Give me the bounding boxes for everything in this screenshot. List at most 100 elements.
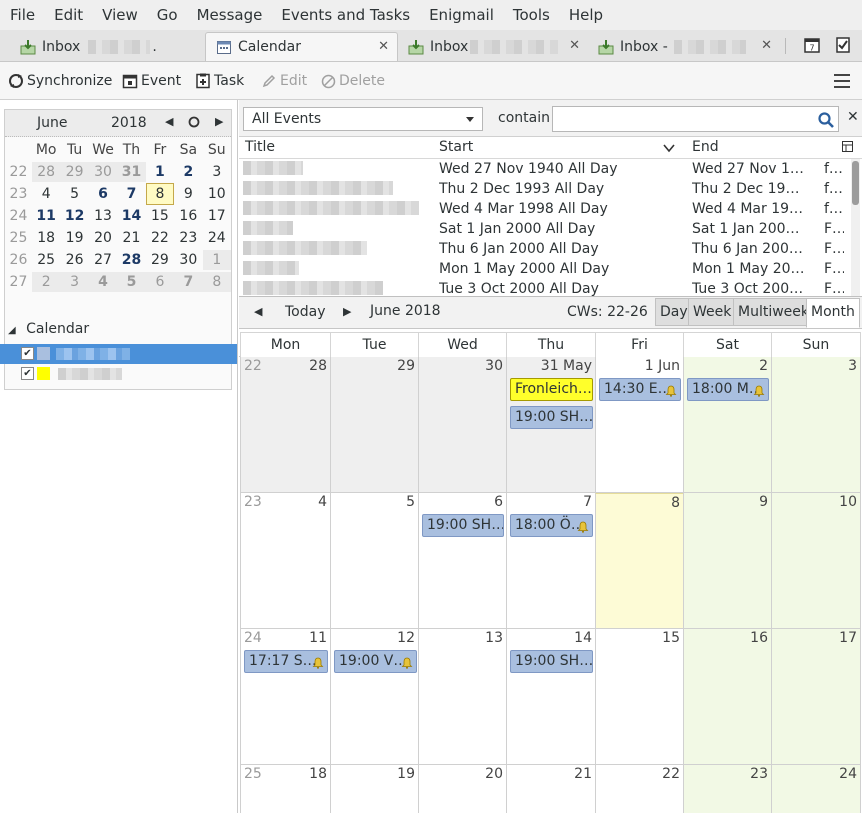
mini-day[interactable]: 11 xyxy=(32,206,60,226)
mini-day[interactable]: 22 xyxy=(146,228,174,248)
new-event-button[interactable]: Event xyxy=(122,70,181,92)
next-month-icon[interactable]: ▶ xyxy=(215,115,223,128)
mini-day[interactable]: 6 xyxy=(89,184,117,204)
month-day-cell[interactable]: 24 11 17:17 S… xyxy=(240,629,330,765)
month-day-cell[interactable]: 20 xyxy=(418,765,506,813)
event-item[interactable]: 17:17 S… xyxy=(244,650,328,673)
mini-day[interactable]: 26 xyxy=(60,250,88,270)
event-row[interactable]: Wed 4 Mar 1998 All Day Wed 4 Mar 19… f… xyxy=(239,200,849,220)
month-day-cell[interactable]: 23 xyxy=(683,765,771,813)
new-task-button[interactable]: Task xyxy=(195,70,244,92)
event-row[interactable]: Mon 1 May 2000 All Day Mon 1 May 20… F… xyxy=(239,260,849,280)
mini-day[interactable]: 4 xyxy=(88,272,118,292)
mini-day[interactable]: 4 xyxy=(32,184,60,204)
mini-day[interactable]: 9 xyxy=(174,184,202,204)
mini-day[interactable]: 25 xyxy=(32,250,60,270)
view-tab-week[interactable]: Week xyxy=(688,298,737,326)
month-day-cell[interactable]: 15 xyxy=(595,629,683,765)
event-search-input[interactable] xyxy=(552,106,839,132)
month-day-cell[interactable]: 29 xyxy=(330,357,418,493)
month-day-cell[interactable]: 31 May Fronleich… 19:00 SH… xyxy=(506,357,595,493)
close-icon[interactable]: ✕ xyxy=(378,39,389,54)
tab-inbox-3[interactable]: Inbox - ✕ xyxy=(594,32,780,61)
event-item[interactable]: 18:00 Ö… xyxy=(510,514,593,537)
close-icon[interactable]: ✕ xyxy=(761,38,772,53)
mini-day[interactable]: 14 xyxy=(117,206,145,226)
event-row[interactable]: Sat 1 Jan 2000 All Day Sat 1 Jan 200… F… xyxy=(239,220,849,240)
event-row[interactable]: Tue 3 Oct 2000 All Day Tue 3 Oct 200… F… xyxy=(239,280,849,296)
today-button[interactable]: Today xyxy=(285,304,326,320)
calendar-tab-icon[interactable]: 7 xyxy=(803,36,821,54)
delete-button[interactable]: Delete xyxy=(320,70,385,92)
mini-calendar-year[interactable]: 2018 xyxy=(111,115,147,131)
mini-day[interactable]: 7 xyxy=(117,184,145,204)
mini-day[interactable]: 16 xyxy=(174,206,202,226)
today-circle-icon[interactable] xyxy=(188,113,200,132)
month-day-cell[interactable]: 22 xyxy=(595,765,683,813)
mini-day[interactable]: 30 xyxy=(88,162,118,182)
mini-day[interactable]: 2 xyxy=(174,162,202,182)
mini-day[interactable]: 1 xyxy=(202,250,231,270)
month-day-cell[interactable]: 21 xyxy=(506,765,595,813)
month-day-cell[interactable]: 30 xyxy=(418,357,506,493)
previous-month-icon[interactable]: ◀ xyxy=(165,115,173,128)
view-tab-month[interactable]: Month xyxy=(806,298,860,328)
event-item[interactable]: 19:00 SH… xyxy=(422,514,504,537)
mini-day[interactable]: 10 xyxy=(203,184,231,204)
menu-help[interactable]: Help xyxy=(559,0,612,30)
mini-day[interactable]: 29 xyxy=(146,250,174,270)
month-day-cell[interactable]: 12 19:00 V… xyxy=(330,629,418,765)
sort-chevron-icon[interactable] xyxy=(663,141,675,157)
mini-day[interactable]: 1 xyxy=(146,162,174,182)
mini-calendar-month[interactable]: June xyxy=(37,115,68,131)
previous-period-icon[interactable]: ◀ xyxy=(254,305,262,318)
month-day-cell[interactable]: 19 xyxy=(330,765,418,813)
event-item[interactable]: 19:00 V… xyxy=(334,650,417,673)
column-end[interactable]: End xyxy=(692,139,719,155)
month-day-cell[interactable]: 17 xyxy=(771,629,861,765)
tab-calendar[interactable]: Calendar ✕ xyxy=(205,32,398,61)
month-day-cell[interactable]: 10 xyxy=(771,493,861,629)
event-item[interactable]: 19:00 SH… xyxy=(510,406,593,429)
tab-inbox-2[interactable]: Inbox ✕ xyxy=(404,32,588,61)
event-item[interactable]: 18:00 M… xyxy=(687,378,769,401)
month-day-cell[interactable]: 22 28 xyxy=(240,357,330,493)
month-day-cell-today[interactable]: 8 xyxy=(595,493,683,629)
view-tab-multiweek[interactable]: Multiweek xyxy=(733,298,815,326)
mini-day[interactable]: 30 xyxy=(174,250,202,270)
mini-day[interactable]: 17 xyxy=(203,206,231,226)
mini-day[interactable]: 29 xyxy=(60,162,89,182)
mini-day[interactable]: 2 xyxy=(31,272,61,292)
mini-day[interactable]: 5 xyxy=(60,184,88,204)
view-tab-day[interactable]: Day xyxy=(655,298,693,326)
mini-day[interactable]: 5 xyxy=(117,272,146,292)
month-day-cell[interactable]: 9 xyxy=(683,493,771,629)
event-fronleichnam[interactable]: Fronleich… xyxy=(510,378,593,401)
mini-day[interactable]: 3 xyxy=(203,162,231,182)
event-row[interactable]: Thu 6 Jan 2000 All Day Thu 6 Jan 200… F… xyxy=(239,240,849,260)
event-row[interactable]: Wed 27 Nov 1940 All Day Wed 27 Nov 1… f… xyxy=(239,160,849,180)
mini-day[interactable]: 18 xyxy=(32,228,60,248)
mini-day[interactable]: 31 xyxy=(117,162,146,182)
menu-view[interactable]: View xyxy=(92,0,147,30)
mini-day[interactable]: 24 xyxy=(203,228,231,248)
mini-day[interactable]: 8 xyxy=(202,272,231,292)
month-day-cell[interactable]: 25 18 xyxy=(240,765,330,813)
mini-day[interactable]: 28 xyxy=(117,250,145,270)
mini-day[interactable]: 27 xyxy=(89,250,117,270)
calendar-item-2[interactable]: ✔ xyxy=(0,364,237,384)
month-day-cell[interactable]: 6 19:00 SH… xyxy=(418,493,506,629)
menu-tools[interactable]: Tools xyxy=(503,0,559,30)
menu-file[interactable]: File xyxy=(0,0,44,30)
mini-day[interactable]: 19 xyxy=(60,228,88,248)
menu-message[interactable]: Message xyxy=(187,0,272,30)
month-day-cell[interactable]: 23 4 xyxy=(240,493,330,629)
mini-day[interactable]: 13 xyxy=(89,206,117,226)
mini-day[interactable]: 21 xyxy=(117,228,145,248)
month-day-cell[interactable]: 5 xyxy=(330,493,418,629)
month-day-cell[interactable]: 16 xyxy=(683,629,771,765)
event-item[interactable]: 19:00 SH… xyxy=(510,650,593,673)
event-row[interactable]: Thu 2 Dec 1993 All Day Thu 2 Dec 19… f… xyxy=(239,180,849,200)
calendar-list-header[interactable]: ◢ Calendar xyxy=(8,321,89,337)
month-day-cell[interactable]: 7 18:00 Ö… xyxy=(506,493,595,629)
